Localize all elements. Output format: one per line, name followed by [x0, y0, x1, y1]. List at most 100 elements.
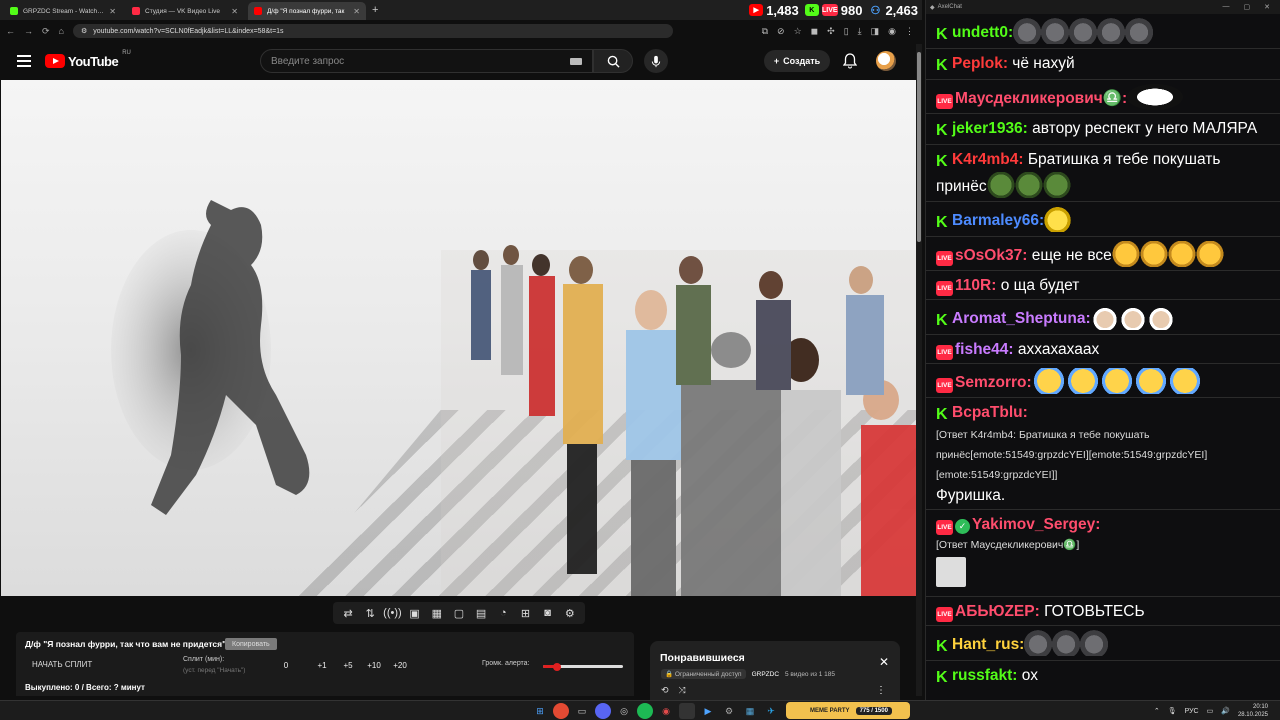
- close-tab-icon[interactable]: ✕: [231, 7, 238, 16]
- close-icon[interactable]: ✕: [1264, 3, 1270, 11]
- page-scrollbar[interactable]: [916, 44, 922, 696]
- split-plus-5-button[interactable]: +5: [335, 661, 361, 670]
- volume-knob[interactable]: [553, 662, 562, 671]
- extension-icon[interactable]: ◼: [811, 26, 818, 37]
- split-plus-10-button[interactable]: +10: [361, 661, 387, 670]
- menu-dots-icon[interactable]: ⋮: [905, 26, 914, 37]
- chat-image[interactable]: [936, 557, 966, 587]
- search-input[interactable]: Введите запрос: [260, 49, 593, 73]
- browser-tab[interactable]: GRPZDC Stream - Watch Live o✕: [4, 2, 122, 20]
- file-icon[interactable]: ▭: [574, 703, 590, 719]
- reload-icon[interactable]: ⟳: [42, 26, 50, 37]
- split-plus-20-button[interactable]: +20: [387, 661, 413, 670]
- windows-start-icon[interactable]: ⊞: [532, 703, 548, 719]
- spotify-icon[interactable]: [637, 703, 653, 719]
- chat-nickname[interactable]: Маусдекликерович♎:: [955, 90, 1127, 107]
- home-icon[interactable]: ⌂: [59, 26, 64, 36]
- menu-icon[interactable]: [17, 55, 31, 67]
- url-field[interactable]: ⚙ youtube.com/watch?v=SCLN0fEadjk&list=L…: [72, 24, 673, 38]
- network-icon[interactable]: ▭: [1207, 707, 1214, 715]
- alert-volume-slider[interactable]: [543, 662, 623, 671]
- close-tab-icon[interactable]: ✕: [353, 7, 360, 16]
- settings-icon[interactable]: ⚙: [721, 703, 737, 719]
- player-tool-icon[interactable]: ⊞: [518, 607, 532, 620]
- chat-nickname[interactable]: BcpaTblu:: [952, 404, 1028, 421]
- meme-party-widget[interactable]: MEME PARTY 775 / 1500: [786, 702, 910, 719]
- scrollbar-thumb[interactable]: [917, 52, 921, 242]
- player-tool-icon[interactable]: ▢: [452, 607, 466, 620]
- create-button[interactable]: + Создать: [764, 50, 830, 72]
- close-playlist-button[interactable]: ✕: [879, 655, 889, 669]
- chrome-icon[interactable]: [553, 703, 569, 719]
- player-tool-icon[interactable]: ▦: [430, 607, 444, 620]
- bookmark-star-icon[interactable]: ☆: [794, 26, 802, 37]
- minimize-icon[interactable]: —: [1223, 3, 1230, 11]
- player-tool-icon[interactable]: ⇅: [363, 607, 377, 620]
- chat-nickname[interactable]: K4r4mb4:: [952, 151, 1024, 168]
- search-button[interactable]: [593, 49, 633, 73]
- browser-tab[interactable]: Студия — VK Видео Live ✕: [126, 2, 244, 20]
- browser-tab[interactable]: Д/ф "Я познал фурри, так ✕: [248, 2, 366, 20]
- site-info-icon[interactable]: ⚙: [81, 27, 87, 35]
- notifications-bell-icon[interactable]: [843, 53, 857, 69]
- volume-icon[interactable]: 🔊: [1221, 707, 1230, 715]
- youtube-logo[interactable]: YouTube RU: [45, 50, 131, 69]
- keyboard-icon[interactable]: [570, 57, 582, 65]
- maximize-icon[interactable]: ▢: [1244, 3, 1251, 11]
- forward-arrow-icon[interactable]: →: [24, 26, 33, 36]
- copy-button[interactable]: Копировать: [225, 638, 277, 650]
- start-split-button[interactable]: НАЧАТЬ СПЛИТ: [32, 660, 92, 669]
- split-hint: (уст. перед "Начать"): [183, 667, 246, 674]
- chat-nickname[interactable]: Barmaley66:: [952, 212, 1044, 229]
- chat-nickname[interactable]: Semzorro:: [955, 374, 1032, 391]
- shuffle-icon[interactable]: ⤨: [679, 685, 686, 696]
- chat-nickname[interactable]: Yakimov_Sergey:: [972, 516, 1100, 533]
- block-icon[interactable]: ⊘: [777, 26, 785, 37]
- back-arrow-icon[interactable]: ←: [6, 26, 15, 36]
- steam-icon[interactable]: ◎: [616, 703, 632, 719]
- player-tool-icon[interactable]: ▣: [408, 607, 422, 620]
- profile-icon[interactable]: ◉: [888, 26, 896, 37]
- telegram-icon[interactable]: ✈: [763, 703, 779, 719]
- split-plus-1-button[interactable]: +1: [309, 661, 335, 670]
- playlist-more-icon[interactable]: ⋮: [876, 685, 886, 696]
- player-tool-icon[interactable]: ◔: [496, 607, 510, 619]
- puzzle-icon[interactable]: ✣: [827, 26, 835, 37]
- media-player-icon[interactable]: ▶: [700, 703, 716, 719]
- download-icon[interactable]: ⤓: [858, 26, 862, 37]
- chat-nickname[interactable]: АБЬЮZEP:: [955, 603, 1040, 620]
- player-tool-icon[interactable]: ((•)): [383, 607, 402, 619]
- chat-nickname[interactable]: fishe44:: [955, 341, 1014, 358]
- chat-nickname[interactable]: sOsOk37:: [955, 247, 1027, 264]
- video-player[interactable]: [1, 80, 916, 596]
- new-tab-button[interactable]: +: [372, 4, 378, 16]
- sidebar-icon[interactable]: ▯: [844, 26, 849, 37]
- playlist-channel[interactable]: GRPZDC: [752, 671, 779, 678]
- microphone-tray-icon[interactable]: 🎙: [1168, 707, 1177, 715]
- voice-search-button[interactable]: [644, 49, 668, 73]
- chat-nickname[interactable]: 110R:: [955, 277, 996, 294]
- chat-nickname[interactable]: Peplok:: [952, 55, 1008, 72]
- player-tool-icon[interactable]: ⚙: [563, 607, 577, 620]
- media-icon[interactable]: ◨: [871, 26, 880, 37]
- loop-icon[interactable]: ⟲: [661, 685, 669, 696]
- chat-nickname[interactable]: undett0:: [952, 24, 1013, 41]
- chat-nickname[interactable]: Aromat_Sheptuna:: [952, 310, 1091, 327]
- player-tool-icon[interactable]: ◙: [541, 607, 555, 619]
- obs-icon[interactable]: ◉: [658, 703, 674, 719]
- discord-icon[interactable]: [595, 703, 611, 719]
- close-tab-icon[interactable]: ✕: [109, 7, 116, 16]
- chat-nickname[interactable]: Hant_rus:: [952, 636, 1024, 653]
- terminal-icon[interactable]: [679, 703, 695, 719]
- player-tool-icon[interactable]: ▤: [474, 607, 488, 620]
- chat-nickname[interactable]: russfakt:: [952, 667, 1017, 684]
- chat-nickname[interactable]: jeker1936:: [952, 120, 1028, 137]
- app-grid-icon[interactable]: ▦: [742, 703, 758, 719]
- install-icon[interactable]: ⧉: [762, 26, 768, 37]
- tray-chevron-icon[interactable]: ⌃: [1154, 707, 1160, 715]
- account-avatar[interactable]: [876, 51, 896, 71]
- clock[interactable]: 20:10 28.10.2025: [1238, 703, 1268, 719]
- emote-think-icon: [1111, 241, 1140, 267]
- player-tool-icon[interactable]: ⇄: [341, 607, 355, 620]
- language-indicator[interactable]: РУС: [1185, 708, 1199, 715]
